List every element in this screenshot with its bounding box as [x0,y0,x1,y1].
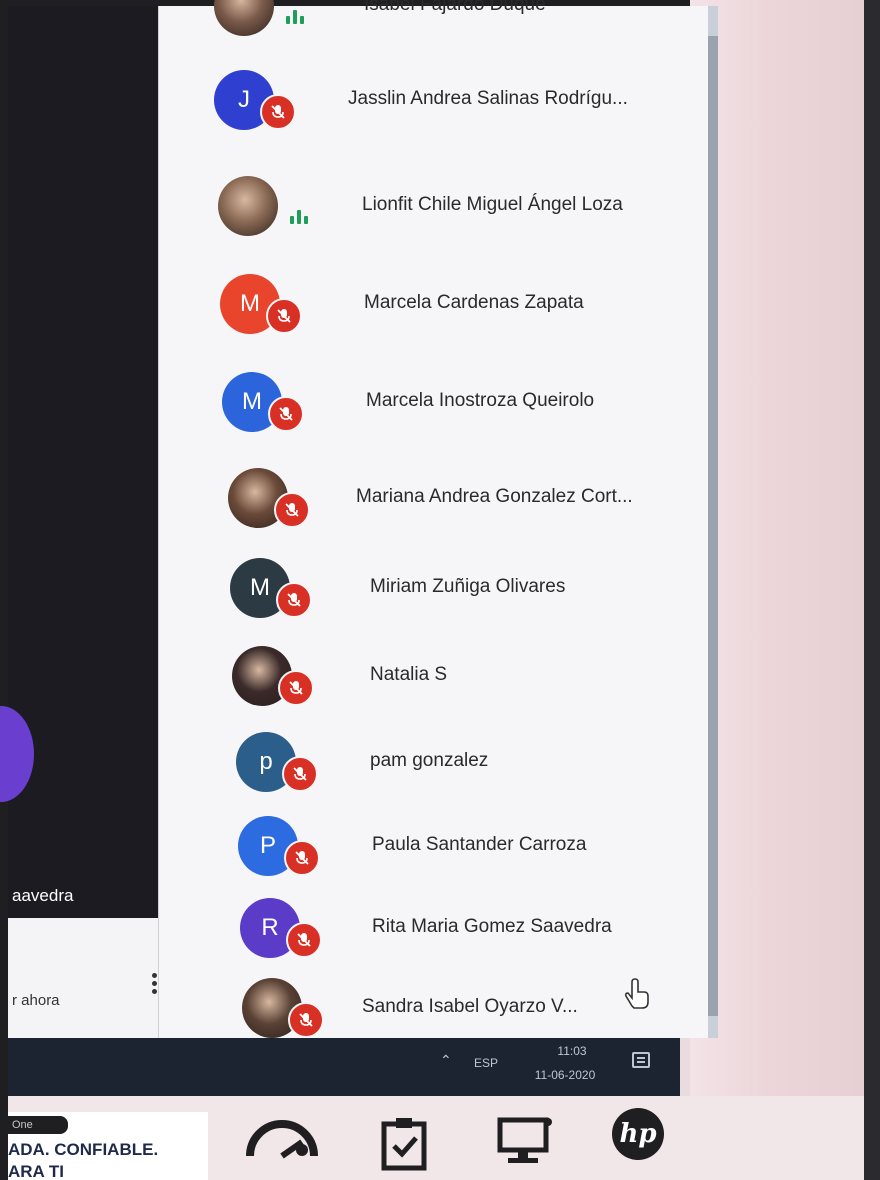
mic-muted-icon [288,1002,324,1038]
participant-name: Isabel Fajardo Duque [364,0,546,15]
language-indicator[interactable]: ESP [474,1056,498,1070]
mic-muted-icon [278,670,314,706]
mic-muted-icon [286,922,322,958]
tray-chevron-icon[interactable]: ⌃ [440,1052,452,1069]
mic-muted-icon [268,396,304,432]
mic-muted-icon [260,94,296,130]
mic-muted-icon [276,582,312,618]
panel-scrollbar[interactable] [708,6,718,1038]
photo-border-right [864,0,880,1180]
sticker-tag: One [8,1116,68,1134]
sticker-line-2: ARA TI [8,1162,65,1180]
participant-name: Lionfit Chile Miguel Ángel Loza [362,194,623,215]
speedometer-icon [244,1112,320,1167]
participant-name: Paula Santander Carroza [372,834,587,855]
participant-row[interactable]: M Marcela Cardenas Zapata [0,268,584,348]
speaking-indicator-icon [286,6,307,24]
sticker-line-1: ADA. CONFIABLE. [8,1140,159,1159]
scrollbar-thumb[interactable] [708,36,718,1016]
mic-muted-icon [266,298,302,334]
monitor-icon [496,1114,556,1171]
promo-sticker: One ADA. CONFIABLE. ARA TI [8,1112,208,1180]
windows-taskbar: ⌃ ESP 11:03 11-06-2020 [8,1038,680,1096]
participant-name: Sandra Isabel Oyarzo V... [362,996,578,1017]
participant-name: Marcela Inostroza Queirolo [366,390,595,411]
participant-row[interactable]: Natalia S [0,640,500,720]
participant-name: Rita Maria Gomez Saavedra [372,916,612,937]
participant-row[interactable]: Isabel Fajardo Duque [0,0,546,50]
participant-row[interactable]: J Jasslin Andrea Salinas Rodrígu... [0,64,628,144]
participant-row[interactable]: M Marcela Inostroza Queirolo [0,366,594,446]
mic-muted-icon [282,756,318,792]
participant-name: Jasslin Andrea Salinas Rodrígu... [348,88,628,109]
mic-muted-icon [274,492,310,528]
participant-name: Marcela Cardenas Zapata [364,292,584,313]
checklist-icon [380,1116,428,1177]
hand-cursor-icon [620,976,656,1017]
participant-row[interactable]: p pam gonzalez [0,726,500,806]
participant-name: Mariana Andrea Gonzalez Cort... [356,486,633,507]
participant-row[interactable]: R Rita Maria Gomez Saavedra [0,892,612,972]
participant-row[interactable]: Mariana Andrea Gonzalez Cort... [0,462,633,542]
avatar [214,0,274,36]
participant-row[interactable]: Lionfit Chile Miguel Ángel Loza [0,170,623,250]
clock-date[interactable]: 11-06-2020 [520,1068,610,1082]
monitor-bezel [690,0,880,1100]
participant-name: Miriam Zuñiga Olivares [370,576,566,597]
participant-name: Natalia S [370,664,448,685]
participant-row[interactable]: P Paula Santander Carroza [0,810,586,890]
clock-time[interactable]: 11:03 [542,1044,602,1058]
hp-logo: hp [612,1108,664,1160]
notification-icon[interactable] [632,1052,650,1068]
avatar [218,176,278,236]
participant-name: pam gonzalez [370,750,489,771]
speaking-indicator-icon [290,206,311,224]
mic-muted-icon [284,840,320,876]
participant-row[interactable]: M Miriam Zuñiga Olivares [0,552,565,632]
